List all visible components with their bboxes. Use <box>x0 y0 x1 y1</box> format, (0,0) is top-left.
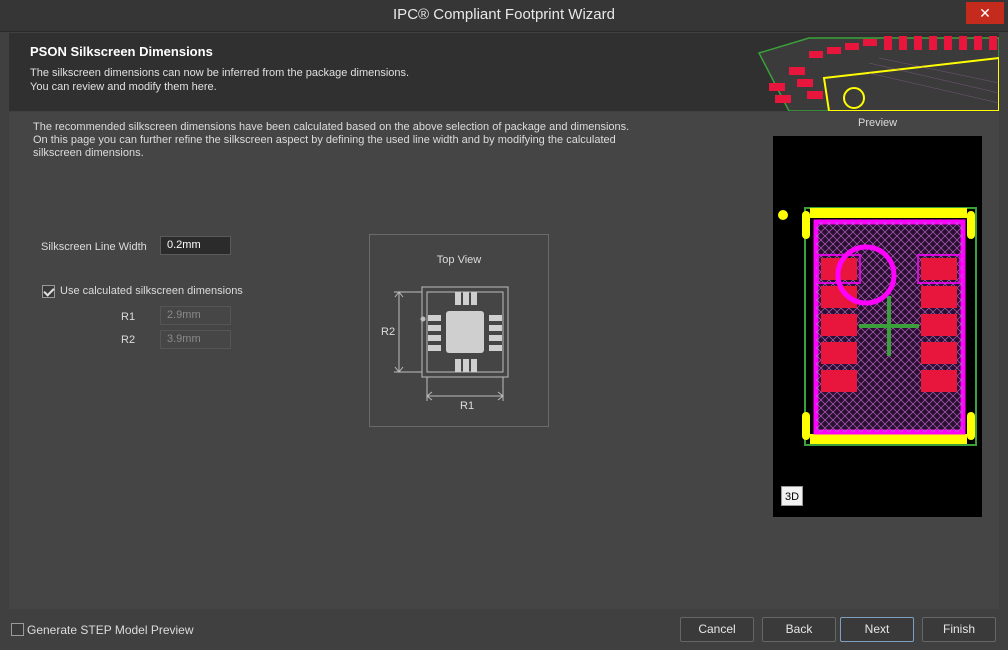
cancel-button[interactable]: Cancel <box>680 617 754 642</box>
main-panel: The recommended silkscreen dimensions ha… <box>9 112 999 609</box>
top-view-r1-label: R1 <box>460 400 475 412</box>
footprint-preview[interactable]: 3D <box>773 136 982 517</box>
page-title: PSON Silkscreen Dimensions <box>30 44 213 59</box>
preview-label: Preview <box>858 117 898 129</box>
next-button[interactable]: Next <box>840 617 914 642</box>
close-button[interactable]: ✕ <box>966 2 1004 24</box>
use-calculated-checkbox[interactable] <box>42 285 55 298</box>
line-width-input[interactable]: 0.2mm <box>160 236 231 255</box>
top-view-r2-label: R2 <box>381 326 396 338</box>
r1-input[interactable]: 2.9mm <box>160 306 231 325</box>
use-calculated-label: Use calculated silkscreen dimensions <box>60 285 243 297</box>
r2-input[interactable]: 3.9mm <box>160 330 231 349</box>
title-bar: IPC® Compliant Footprint Wizard ✕ <box>0 0 1008 32</box>
line-width-label: Silkscreen Line Width <box>41 241 147 253</box>
back-button[interactable]: Back <box>762 617 836 642</box>
generate-step-label: Generate STEP Model Preview <box>27 623 194 637</box>
r2-label: R2 <box>121 334 136 346</box>
page-header: PSON Silkscreen Dimensions The silkscree… <box>9 33 999 111</box>
r1-label: R1 <box>121 311 136 323</box>
finish-button[interactable]: Finish <box>922 617 996 642</box>
footprint-drawing <box>778 207 977 446</box>
intro-text: The recommended silkscreen dimensions ha… <box>33 121 630 159</box>
generate-step-checkbox[interactable] <box>11 623 24 636</box>
3d-view-button[interactable]: 3D <box>781 486 803 506</box>
top-view-diagram: Top View R2 R1 <box>369 234 549 427</box>
page-description: The silkscreen dimensions can now be inf… <box>30 67 410 93</box>
window-title: IPC® Compliant Footprint Wizard <box>393 6 615 23</box>
pcb-banner-image <box>749 33 999 111</box>
